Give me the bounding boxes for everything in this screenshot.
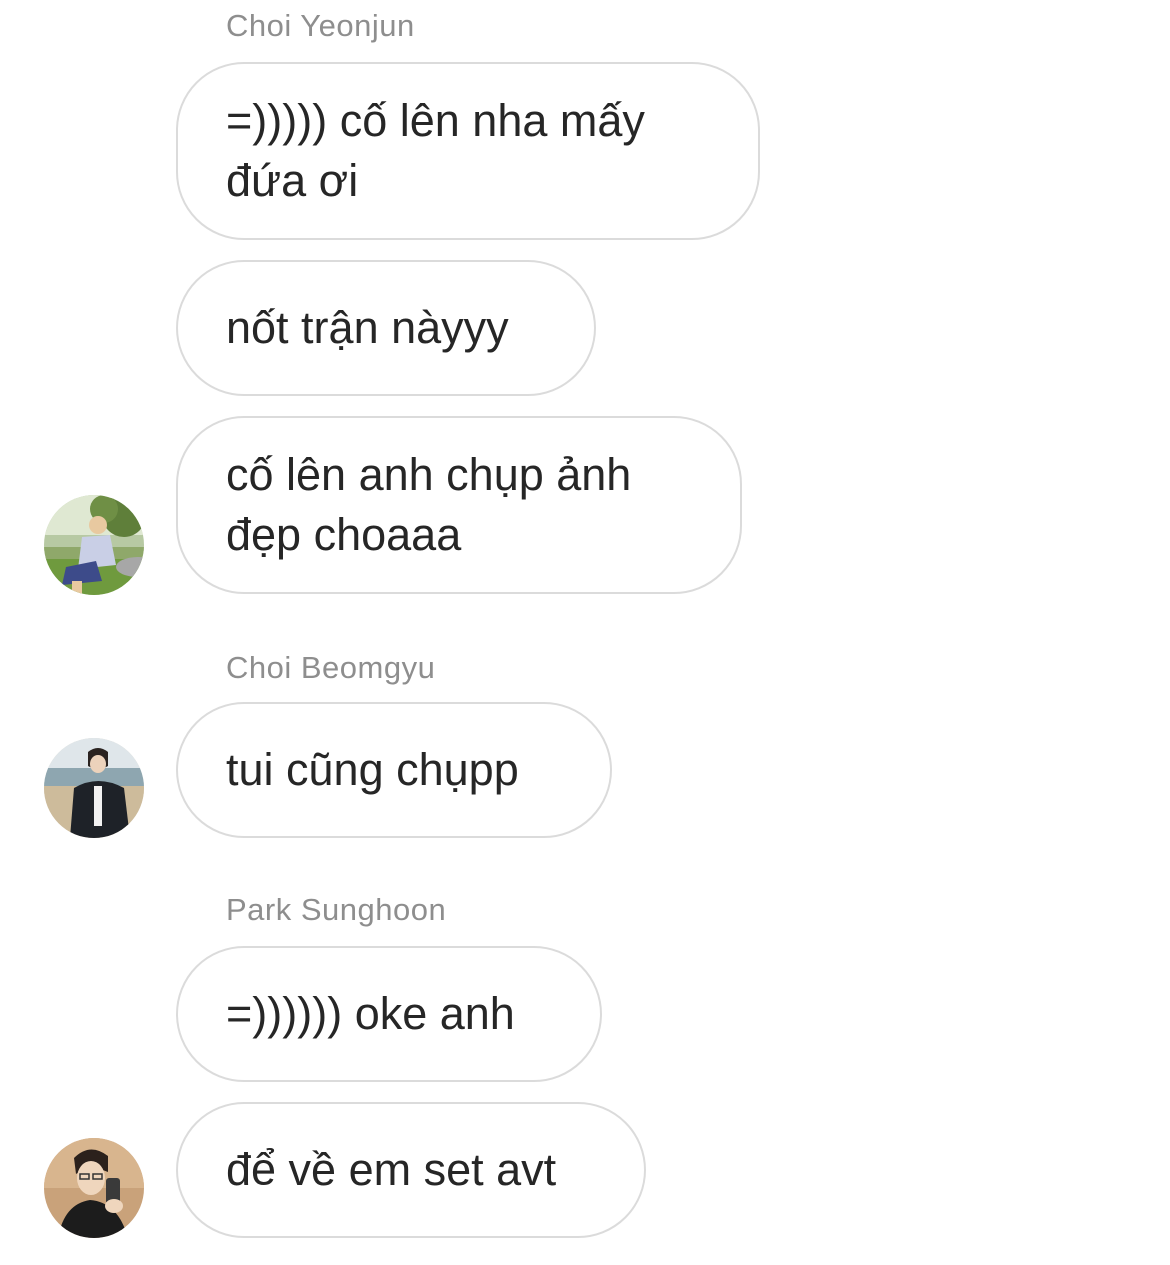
avatar[interactable] [44,495,144,595]
message-text: tui cũng chụpp [226,744,519,795]
profile-photo-mirror-selfie-icon [44,1138,144,1238]
avatar[interactable] [44,738,144,838]
message-bubble[interactable]: để về em set avt [176,1102,646,1238]
message-text: để về em set avt [226,1144,557,1195]
sender-name: Park Sunghoon [226,892,447,927]
sender-name: Choi Yeonjun [226,8,415,43]
profile-photo-outdoor-icon [44,495,144,595]
message-text: cố lên anh chụp ảnh đẹp choaaa [226,449,632,560]
message-bubble[interactable]: nốt trận nàyyy [176,260,596,396]
message-bubble[interactable]: =)))))) oke anh [176,946,602,1082]
message-bubble[interactable]: =))))) cố lên nha mấy đứa ơi [176,62,760,240]
message-bubble[interactable]: tui cũng chụpp [176,702,612,838]
sender-name: Choi Beomgyu [226,650,436,685]
avatar[interactable] [44,1138,144,1238]
message-bubble[interactable]: cố lên anh chụp ảnh đẹp choaaa [176,416,742,594]
message-text: =))))) cố lên nha mấy đứa ơi [226,95,645,206]
message-text: =)))))) oke anh [226,988,515,1039]
profile-photo-beach-icon [44,738,144,838]
message-text: nốt trận nàyyy [226,302,509,353]
